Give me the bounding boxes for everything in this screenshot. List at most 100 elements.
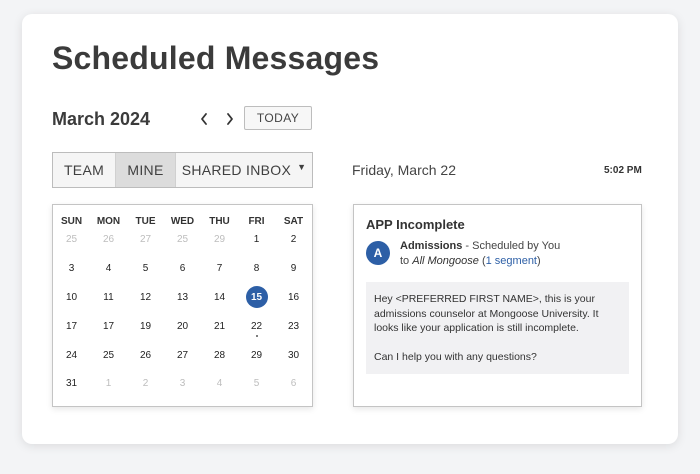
- message-body: Hey <PREFERRED FIRST NAME>, this is your…: [366, 282, 629, 374]
- calendar-day-number: 17: [65, 320, 78, 332]
- calendar-day-number: 3: [68, 262, 75, 274]
- calendar-day[interactable]: 29: [238, 344, 275, 366]
- scheduled-indicator-dot: [255, 335, 258, 337]
- calendar-day[interactable]: 28: [201, 344, 238, 366]
- calendar-day-number: 12: [139, 291, 152, 303]
- calendar-day[interactable]: 27: [164, 344, 201, 366]
- calendar-day-number: 30: [287, 349, 300, 361]
- calendar-day[interactable]: 3: [164, 372, 201, 394]
- segment-close: ): [537, 255, 541, 267]
- calendar-day-number: 29: [213, 233, 226, 245]
- filter-shared-inbox-label: SHARED INBOX: [181, 162, 292, 178]
- calendar-week-row: 24 25 26 27 28 29 30: [53, 344, 312, 366]
- calendar-day[interactable]: 25: [90, 344, 127, 366]
- filter-mine-button[interactable]: MINE: [115, 153, 175, 187]
- calendar-day-number: 6: [290, 377, 297, 389]
- calendar-day-selected[interactable]: 15: [238, 286, 275, 308]
- calendar-day-number: 1: [253, 233, 260, 245]
- calendar-day-number: 22: [250, 320, 263, 332]
- audience-name: All Mongoose: [412, 255, 479, 267]
- calendar-week-row: 31 1 2 3 4 5 6: [53, 372, 312, 394]
- calendar-day[interactable]: 5: [238, 372, 275, 394]
- calendar-day-number: 14: [213, 291, 226, 303]
- calendar-day-number: 26: [139, 349, 152, 361]
- next-month-button[interactable]: [220, 108, 240, 130]
- calendar-day[interactable]: 5: [127, 257, 164, 279]
- calendar-day[interactable]: 21: [201, 315, 238, 337]
- calendar-day[interactable]: 16: [275, 286, 312, 308]
- calendar-day[interactable]: 27: [127, 228, 164, 250]
- calendar-day[interactable]: 1: [238, 228, 275, 250]
- calendar-day[interactable]: 9: [275, 257, 312, 279]
- calendar-day-number: 24: [65, 349, 78, 361]
- calendar-day[interactable]: 11: [90, 286, 127, 308]
- prev-month-button[interactable]: [194, 108, 214, 130]
- message-sender-line: Admissions - Scheduled by You: [400, 240, 560, 252]
- calendar-day[interactable]: 17: [53, 315, 90, 337]
- calendar-day[interactable]: 25: [164, 228, 201, 250]
- calendar-day[interactable]: 31: [53, 372, 90, 394]
- calendar-day[interactable]: 4: [90, 257, 127, 279]
- calendar-day-number: 20: [176, 320, 189, 332]
- calendar-week-row: 25 26 27 25 29 1 2: [53, 228, 312, 250]
- calendar-day[interactable]: 26: [127, 344, 164, 366]
- calendar-day[interactable]: 8: [238, 257, 275, 279]
- selected-day-label: Friday, March 22: [352, 162, 456, 178]
- sender-name: Admissions: [400, 240, 463, 252]
- avatar: A: [366, 241, 390, 265]
- calendar-grid: SUN MON TUE WED THU FRI SAT 25 26 27 25 29 1 2 3 4 5 6 7 8…: [52, 204, 313, 407]
- calendar-day[interactable]: 13: [164, 286, 201, 308]
- segment-open: (: [478, 255, 486, 267]
- calendar-day[interactable]: 19: [127, 315, 164, 337]
- caret-down-icon: ▼: [297, 162, 307, 172]
- calendar-day-number: 5: [142, 262, 149, 274]
- message-audience-line: to All Mongoose (1 segment): [400, 255, 541, 267]
- calendar-day[interactable]: 17: [90, 315, 127, 337]
- calendar-day-number: 25: [102, 349, 115, 361]
- calendar-day[interactable]: 4: [201, 372, 238, 394]
- calendar-day[interactable]: 12: [127, 286, 164, 308]
- calendar-day[interactable]: 25: [53, 228, 90, 250]
- calendar-day[interactable]: 26: [90, 228, 127, 250]
- calendar-day-number: 3: [179, 377, 186, 389]
- calendar-day-number: 25: [65, 233, 78, 245]
- calendar-day[interactable]: 6: [164, 257, 201, 279]
- calendar-day-number: 9: [290, 262, 297, 274]
- calendar-day[interactable]: 23: [275, 315, 312, 337]
- calendar-day-number: 19: [139, 320, 152, 332]
- chevron-right-icon: [227, 113, 233, 125]
- calendar-day-number: 2: [290, 233, 297, 245]
- calendar-day-number: 26: [102, 233, 115, 245]
- month-label: March 2024: [52, 109, 151, 129]
- chevron-left-icon: [201, 113, 207, 125]
- segment-link[interactable]: 1 segment: [486, 255, 537, 267]
- calendar-day[interactable]: 29: [201, 228, 238, 250]
- selected-time-label: 5:02 PM: [604, 165, 642, 176]
- calendar-day[interactable]: 7: [201, 257, 238, 279]
- calendar-day-number: 8: [253, 262, 260, 274]
- calendar-day[interactable]: 2: [275, 228, 312, 250]
- calendar-day-number: 4: [105, 262, 112, 274]
- calendar-day-number: 6: [179, 262, 186, 274]
- calendar-day[interactable]: 14: [201, 286, 238, 308]
- filter-team-button[interactable]: TEAM: [53, 153, 115, 187]
- to-prefix: to: [400, 255, 413, 267]
- message-body-paragraph-2: Can I help you with any questions?: [374, 350, 537, 363]
- calendar-day[interactable]: 20: [164, 315, 201, 337]
- calendar-day[interactable]: 22: [238, 315, 275, 337]
- calendar-day-number: 11: [103, 291, 114, 303]
- filter-shared-inbox-dropdown[interactable]: SHARED INBOX ▼: [175, 153, 312, 187]
- calendar-day[interactable]: 2: [127, 372, 164, 394]
- calendar-day[interactable]: 24: [53, 344, 90, 366]
- filter-team-label: TEAM: [63, 162, 105, 178]
- calendar-day-number: 17: [102, 320, 115, 332]
- message-body-paragraph-1: Hey <PREFERRED FIRST NAME>, this is your…: [374, 293, 599, 334]
- calendar-day-number: 25: [176, 233, 189, 245]
- calendar-day[interactable]: 6: [275, 372, 312, 394]
- today-button[interactable]: TODAY: [244, 106, 312, 130]
- calendar-day[interactable]: 10: [53, 286, 90, 308]
- calendar-day[interactable]: 30: [275, 344, 312, 366]
- calendar-day[interactable]: 3: [53, 257, 90, 279]
- calendar-day[interactable]: 1: [90, 372, 127, 394]
- calendar-week-row: 10 11 12 13 14 15 16: [53, 286, 312, 308]
